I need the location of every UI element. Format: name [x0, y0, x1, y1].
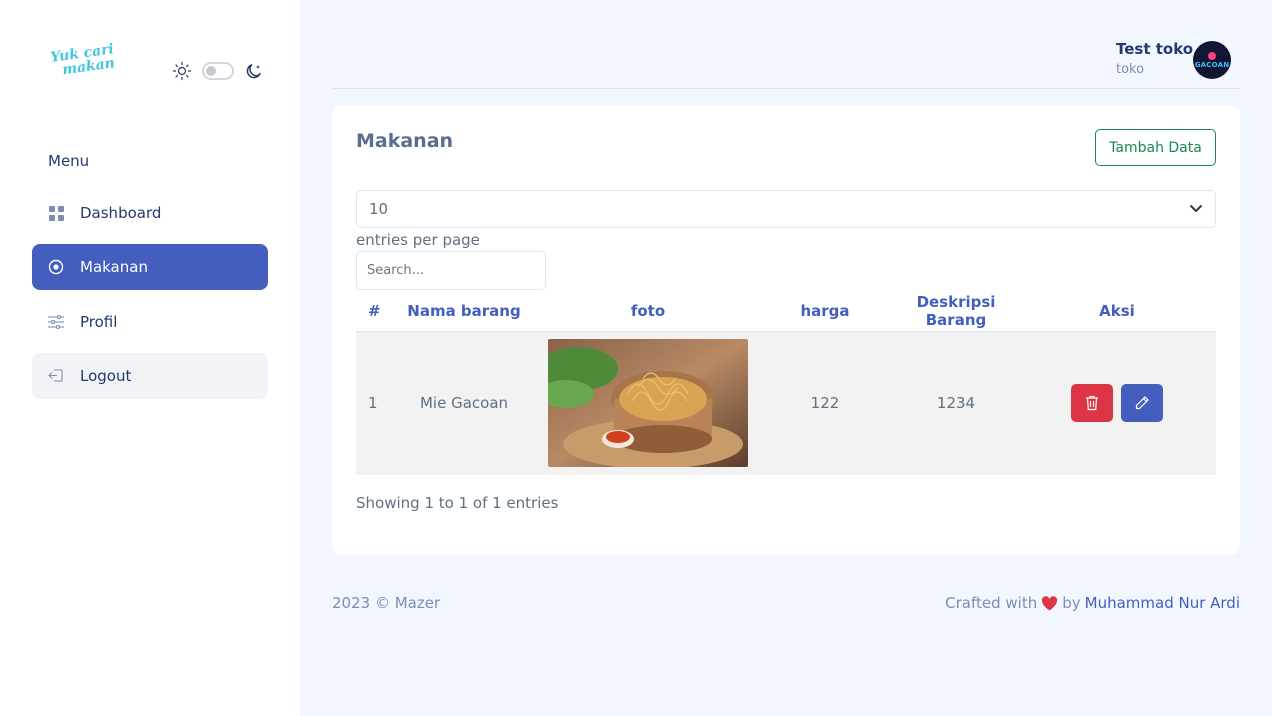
- search-input[interactable]: [356, 251, 546, 290]
- data-table: # Nama barang foto harga Deskripsi Baran…: [356, 292, 1216, 475]
- column-header-price[interactable]: harga: [756, 292, 894, 332]
- footer-by-text: by: [1062, 594, 1081, 612]
- column-header-number[interactable]: #: [356, 292, 388, 332]
- row-description: 1234: [894, 331, 1018, 475]
- footer-copyright: 2023 © Mazer: [332, 594, 441, 612]
- sidebar-item-label: Logout: [80, 367, 132, 385]
- add-data-button[interactable]: Tambah Data: [1095, 129, 1216, 166]
- sidebar-item-label: Profil: [80, 313, 118, 331]
- table-header-row: # Nama barang foto harga Deskripsi Baran…: [356, 292, 1216, 332]
- row-name: Mie Gacoan: [388, 331, 540, 475]
- pagination-info: Showing 1 to 1 of 1 entries: [356, 494, 559, 512]
- author-link[interactable]: Muhammad Nur Ardi: [1085, 594, 1240, 612]
- sidebar-item-label: Dashboard: [80, 204, 162, 222]
- delete-button[interactable]: [1071, 384, 1113, 423]
- column-header-actions[interactable]: Aksi: [1018, 292, 1216, 332]
- avatar[interactable]: GACOAN: [1193, 41, 1231, 79]
- entries-per-page-value: 10: [369, 200, 389, 218]
- user-role: toko: [1116, 62, 1145, 77]
- trash-icon: [1086, 396, 1098, 411]
- entries-per-page-label: entries per page: [356, 231, 480, 249]
- sidebar-item-profil[interactable]: Profil: [32, 299, 268, 345]
- edit-button[interactable]: [1121, 384, 1163, 423]
- page-title: Makanan: [356, 130, 454, 152]
- moon-icon: [246, 64, 261, 79]
- avatar-text: GACOAN: [1194, 60, 1230, 69]
- topbar: Test toko toko GACOAN: [332, 0, 1240, 89]
- menu-title: Menu: [48, 152, 90, 170]
- logout-icon: [48, 368, 64, 384]
- sidebar-item-makanan[interactable]: Makanan: [32, 244, 268, 290]
- row-price: 122: [756, 331, 894, 475]
- footer-crafted-text: Crafted with: [945, 594, 1038, 612]
- footer-credits: Crafted with by Muhammad Nur Ardi: [945, 594, 1240, 612]
- switch-knob: [206, 66, 216, 76]
- sidebar-item-label: Makanan: [80, 258, 148, 276]
- entries-per-page-select[interactable]: 10: [356, 190, 1216, 228]
- sliders-icon: [48, 314, 64, 330]
- column-header-description[interactable]: Deskripsi Barang: [894, 292, 1018, 332]
- row-photo-cell: [540, 331, 756, 475]
- sidebar-item-dashboard[interactable]: Dashboard: [32, 190, 268, 236]
- sun-icon: [172, 61, 192, 81]
- row-actions: [1018, 384, 1216, 423]
- row-actions-cell: [1018, 331, 1216, 475]
- food-icon: [48, 259, 64, 275]
- food-photo: [548, 339, 748, 468]
- grid-icon: [48, 205, 64, 221]
- app-logo[interactable]: Yuk cari makan: [49, 41, 125, 90]
- pencil-icon: [1135, 396, 1149, 410]
- heart-icon: [1042, 595, 1058, 610]
- makanan-card: Makanan Tambah Data 10 entries per page …: [332, 105, 1240, 555]
- sidebar: Yuk cari makan Menu Dashboard Makanan Pr…: [0, 0, 300, 716]
- column-header-name[interactable]: Nama barang: [388, 292, 540, 332]
- row-number: 1: [356, 331, 388, 475]
- chevron-down-icon: [1190, 205, 1202, 212]
- dark-mode-switch[interactable]: [202, 62, 234, 80]
- theme-toggle: [172, 60, 264, 82]
- table-row: 1 Mie Gacoan 122 1234: [356, 331, 1216, 475]
- column-header-photo[interactable]: foto: [540, 292, 756, 332]
- sidebar-item-logout[interactable]: Logout: [32, 353, 268, 399]
- avatar-dot: [1208, 51, 1216, 60]
- user-name: Test toko: [1116, 40, 1194, 58]
